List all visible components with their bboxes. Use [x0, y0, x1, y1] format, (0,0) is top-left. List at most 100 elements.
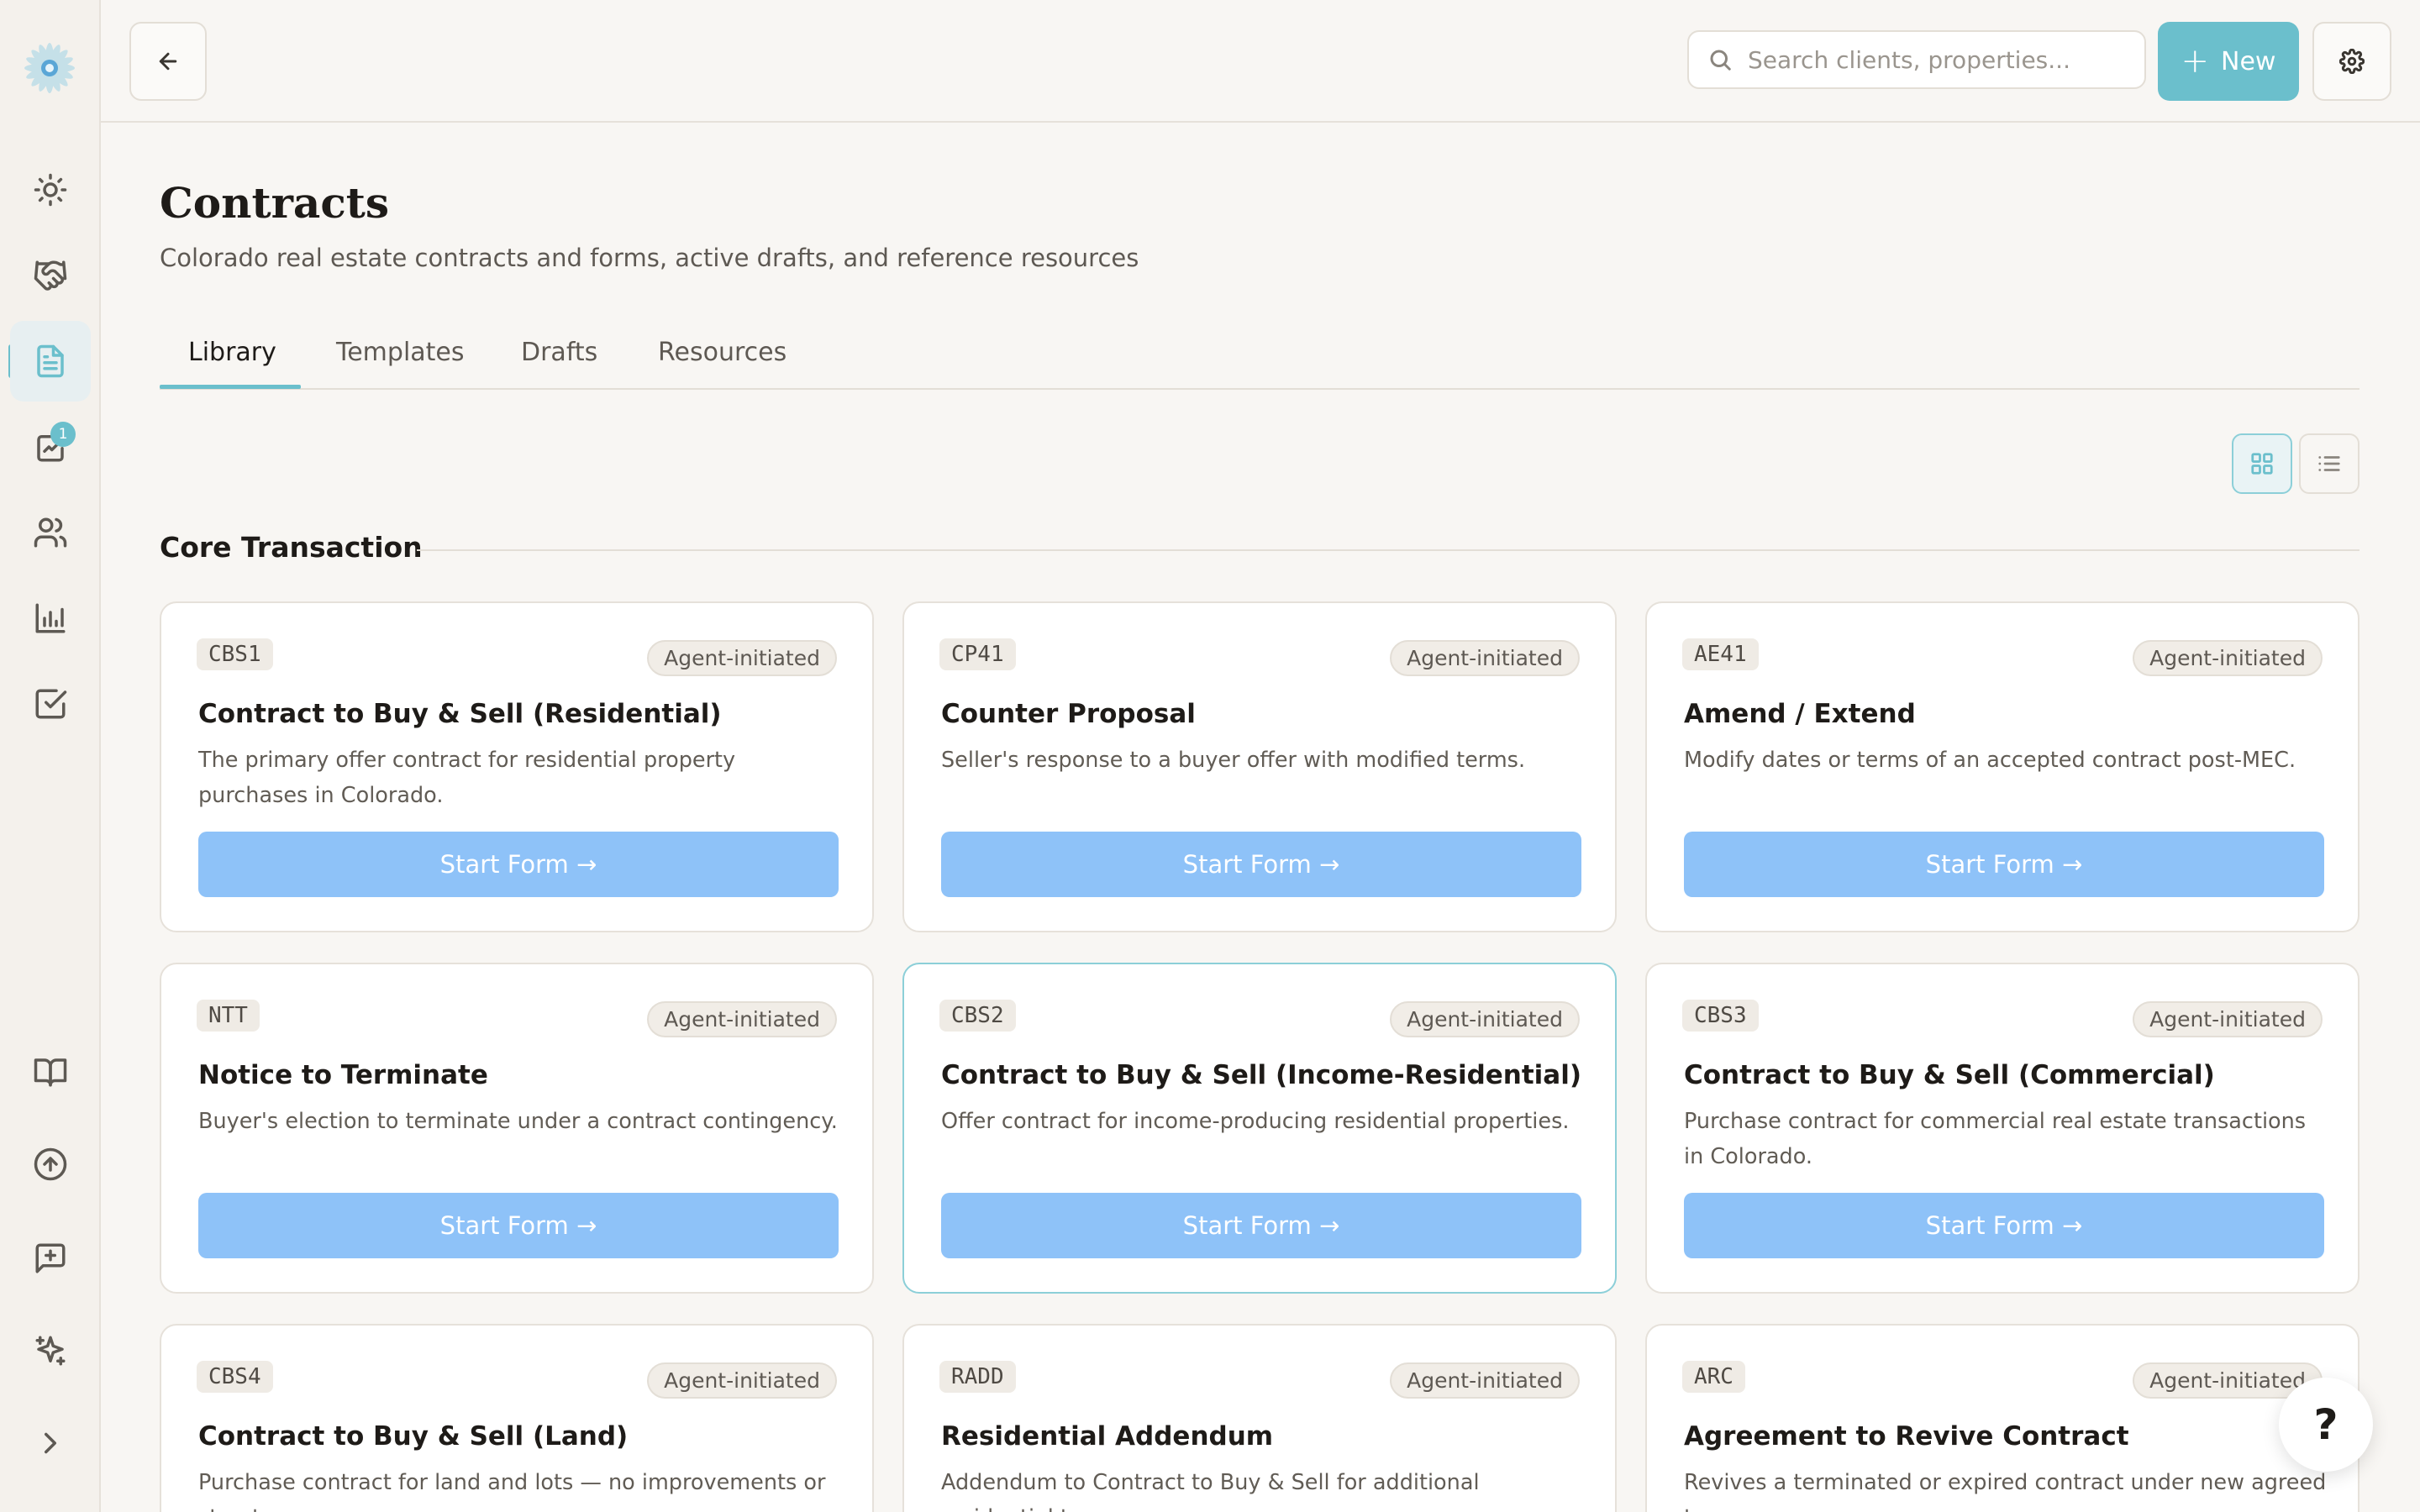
contract-card[interactable]: CP41 Agent-initiated Counter Proposal Se…: [902, 601, 1617, 932]
card-title: Contract to Buy & Sell (Land): [198, 1421, 629, 1452]
tab-library[interactable]: Library: [188, 338, 276, 367]
start-form-button[interactable]: Start Form →: [941, 832, 1581, 897]
page-subtitle: Colorado real estate contracts and forms…: [160, 244, 1139, 272]
form-code: RADD: [939, 1361, 1016, 1393]
sidebar-item-clients[interactable]: [10, 492, 91, 573]
help-button[interactable]: ?: [2279, 1378, 2373, 1472]
start-form-button[interactable]: Start Form →: [1684, 1193, 2324, 1258]
start-form-button[interactable]: Start Form →: [198, 1193, 839, 1258]
sidebar-item-feedback[interactable]: [10, 1218, 91, 1299]
section-divider: [417, 549, 2360, 551]
card-title: Notice to Terminate: [198, 1060, 488, 1090]
logo-icon[interactable]: [18, 37, 81, 99]
page-title: Contracts: [160, 178, 390, 228]
card-description: Modify dates or terms of an accepted con…: [1684, 748, 2296, 773]
card-description: Purchase contract for land and lots — no…: [198, 1470, 826, 1512]
card-title: Contract to Buy & Sell (Commercial): [1684, 1060, 2215, 1090]
gear-icon: [2339, 49, 2365, 74]
grid-view-toggle[interactable]: [2232, 433, 2292, 494]
card-description: The primary offer contract for residenti…: [198, 748, 736, 808]
list-view-toggle[interactable]: [2299, 433, 2360, 494]
sidebar-expand[interactable]: [10, 1403, 91, 1483]
sidebar-item-analytics[interactable]: [10, 578, 91, 659]
start-form-button[interactable]: Start Form →: [941, 1193, 1581, 1258]
card-description: Buyer's election to terminate under a co…: [198, 1109, 838, 1134]
form-code: AE41: [1682, 638, 1759, 670]
section-title: Core Transaction: [160, 531, 423, 564]
card-description: Purchase contract for commercial real es…: [1684, 1109, 2307, 1169]
notification-badge: 1: [50, 422, 76, 447]
card-title: Amend / Extend: [1684, 699, 1916, 729]
status-badge: Agent-initiated: [647, 1001, 837, 1037]
contract-card[interactable]: AE41 Agent-initiated Amend / Extend Modi…: [1645, 601, 2360, 932]
form-code: CBS3: [1682, 1000, 1759, 1032]
status-badge: Agent-initiated: [1390, 640, 1580, 676]
upload-icon: [34, 1147, 67, 1181]
grid-icon: [2251, 453, 2273, 475]
contract-card[interactable]: ARC Agent-initiated Agreement to Revive …: [1645, 1324, 2360, 1512]
sidebar-item-inbox[interactable]: 1: [10, 407, 91, 487]
message-plus-icon: [35, 1243, 66, 1273]
form-code: ARC: [1682, 1361, 1745, 1393]
start-form-button[interactable]: Start Form →: [1684, 832, 2324, 897]
search-box[interactable]: [1687, 30, 2146, 89]
form-code: CBS2: [939, 1000, 1016, 1032]
checkbox-icon: [35, 689, 67, 719]
card-title: Residential Addendum: [941, 1421, 1274, 1452]
contract-card[interactable]: CBS2 Agent-initiated Contract to Buy & S…: [902, 963, 1617, 1294]
top-bar: + New: [101, 0, 2420, 123]
contract-card[interactable]: CBS1 Agent-initiated Contract to Buy & S…: [160, 601, 874, 932]
settings-button[interactable]: [2312, 22, 2391, 101]
tab-templates[interactable]: Templates: [336, 338, 465, 367]
tab-drafts[interactable]: Drafts: [521, 338, 597, 367]
contract-card[interactable]: RADD Agent-initiated Residential Addendu…: [902, 1324, 1617, 1512]
chevron-right-icon: [45, 1432, 56, 1454]
card-title: Counter Proposal: [941, 699, 1196, 729]
users-icon: [34, 517, 67, 548]
status-badge: Agent-initiated: [1390, 1001, 1580, 1037]
card-title: Agreement to Revive Contract: [1684, 1421, 2129, 1452]
search-input[interactable]: [1748, 45, 2118, 74]
new-button[interactable]: + New: [2158, 22, 2299, 101]
status-badge: Agent-initiated: [647, 640, 837, 676]
status-badge: Agent-initiated: [647, 1362, 837, 1399]
book-icon: [34, 1058, 67, 1087]
form-code: NTT: [197, 1000, 260, 1032]
status-badge: Agent-initiated: [2133, 640, 2323, 676]
sidebar-item-tasks[interactable]: [10, 664, 91, 744]
handshake-icon: [34, 260, 67, 291]
document-icon: [37, 344, 64, 378]
card-description: Revives a terminated or expired contract…: [1684, 1470, 2327, 1512]
sidebar-item-ai[interactable]: [10, 1310, 91, 1391]
status-badge: Agent-initiated: [2133, 1001, 2323, 1037]
arrow-left-icon: [159, 52, 177, 71]
card-title: Contract to Buy & Sell (Residential): [198, 699, 722, 729]
card-description: Offer contract for income-producing resi…: [941, 1109, 1570, 1134]
tab-resources[interactable]: Resources: [658, 338, 786, 367]
start-form-button[interactable]: Start Form →: [198, 832, 839, 897]
status-badge: Agent-initiated: [1390, 1362, 1580, 1399]
chart-icon: [35, 603, 66, 633]
sidebar-item-deals[interactable]: [10, 235, 91, 316]
sidebar-item-guide[interactable]: [10, 1032, 91, 1112]
tab-active-indicator: [160, 385, 301, 389]
new-button-label: New: [2221, 46, 2276, 76]
form-code: CBS4: [197, 1361, 273, 1393]
sidebar-item-dashboard[interactable]: [10, 150, 91, 230]
contract-card[interactable]: CBS4 Agent-initiated Contract to Buy & S…: [160, 1324, 874, 1512]
back-button[interactable]: [129, 22, 207, 101]
plus-icon: +: [2181, 42, 2210, 81]
contract-card[interactable]: NTT Agent-initiated Notice to Terminate …: [160, 963, 874, 1294]
form-code: CBS1: [197, 638, 273, 670]
sidebar-item-upload[interactable]: [10, 1124, 91, 1205]
sun-icon: [34, 173, 67, 207]
form-code: CP41: [939, 638, 1016, 670]
card-description: Seller's response to a buyer offer with …: [941, 748, 1526, 773]
tab-bar: Library Templates Drafts Resources: [160, 331, 2360, 390]
list-icon: [2318, 456, 2340, 471]
card-description: Addendum to Contract to Buy & Sell for a…: [941, 1470, 1480, 1512]
search-icon: [1710, 50, 1731, 71]
contract-card[interactable]: CBS3 Agent-initiated Contract to Buy & S…: [1645, 963, 2360, 1294]
sidebar-item-contracts[interactable]: [10, 321, 91, 402]
card-title: Contract to Buy & Sell (Income-Residenti…: [941, 1060, 1582, 1090]
